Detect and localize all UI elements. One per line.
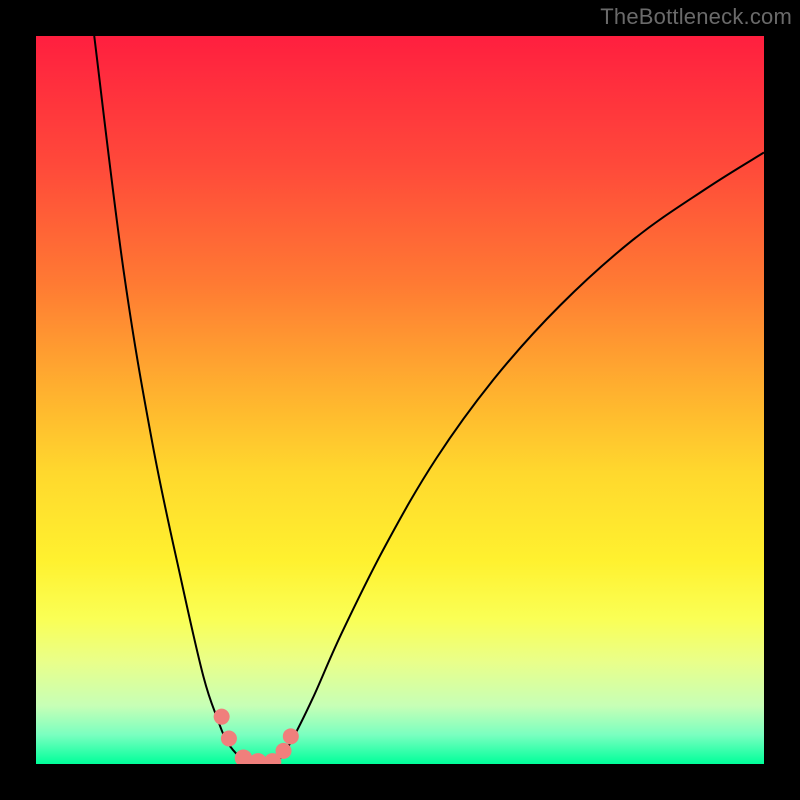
- marker-d: [249, 753, 266, 764]
- watermark-text: TheBottleneck.com: [600, 4, 792, 30]
- marker-c: [235, 749, 252, 764]
- marker-f: [276, 743, 292, 759]
- marker-g: [283, 728, 299, 744]
- data-markers: [214, 709, 299, 764]
- plot-area: [36, 36, 764, 764]
- marker-e: [264, 753, 281, 764]
- right-curve: [276, 152, 764, 764]
- chart-frame: TheBottleneck.com: [0, 0, 800, 800]
- left-curve: [94, 36, 254, 764]
- chart-svg: [36, 36, 764, 764]
- marker-b: [221, 731, 237, 747]
- marker-a: [214, 709, 230, 725]
